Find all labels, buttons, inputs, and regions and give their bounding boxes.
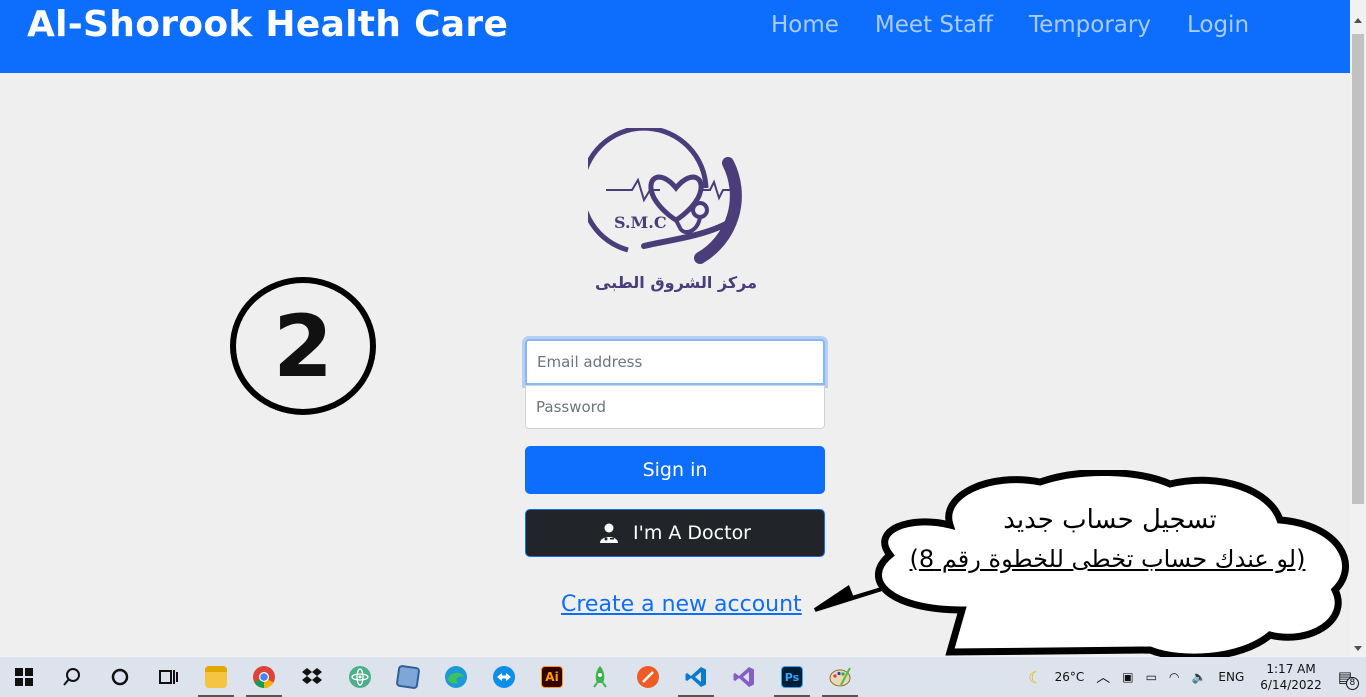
wifi-icon[interactable]: ◠ bbox=[1169, 670, 1179, 684]
virtualbox-icon bbox=[395, 664, 421, 690]
scroll-up-arrow-icon[interactable] bbox=[1354, 18, 1362, 23]
meet-now-icon[interactable]: ▣ bbox=[1122, 670, 1133, 684]
clock[interactable]: 1:17 AM 6/14/2022 bbox=[1260, 661, 1322, 693]
search-button[interactable] bbox=[48, 657, 96, 697]
brand-title[interactable]: Al-Shorook Health Care bbox=[27, 4, 508, 45]
password-input[interactable] bbox=[525, 385, 825, 429]
search-icon bbox=[63, 668, 80, 686]
nav-links: Home Meet Staff Temporary Login bbox=[771, 12, 1285, 38]
notification-center-icon[interactable]: ▤ 8 bbox=[1338, 668, 1359, 690]
vscode-icon bbox=[685, 667, 706, 687]
temperature[interactable]: 26°C bbox=[1055, 670, 1085, 684]
top-navbar: Al-Shorook Health Care Home Meet Staff T… bbox=[0, 0, 1350, 73]
step-number-annotation: 2 bbox=[230, 277, 376, 415]
teamviewer-icon bbox=[493, 666, 515, 688]
nav-link-temporary[interactable]: Temporary bbox=[1029, 12, 1151, 38]
taskbar-dropbox[interactable] bbox=[288, 657, 336, 697]
sign-in-button[interactable]: Sign in bbox=[525, 446, 825, 494]
nav-link-home[interactable]: Home bbox=[771, 12, 839, 38]
postman-icon bbox=[637, 666, 659, 688]
taskbar-vscode[interactable] bbox=[672, 657, 720, 697]
bubble-text-new-account: تسجيل حساب جديد bbox=[1003, 505, 1217, 535]
logo-initials: S.M.C bbox=[614, 213, 667, 232]
logo-arabic-name: مركز الشروق الطبى bbox=[595, 273, 757, 292]
doctor-label: I'm A Doctor bbox=[633, 522, 751, 544]
doctor-button[interactable]: I'm A Doctor bbox=[525, 509, 825, 557]
photoshop-icon: Ps bbox=[781, 666, 803, 688]
show-hidden-icons-chevron-icon[interactable]: ︿ bbox=[1096, 667, 1110, 687]
clock-date: 6/14/2022 bbox=[1260, 678, 1322, 692]
login-form bbox=[525, 339, 825, 429]
chrome-icon bbox=[253, 666, 275, 688]
battery-icon[interactable]: ▭ bbox=[1146, 670, 1157, 684]
bubble-text-skip-step: (لو عندك حساب تخطى للخطوة رقم 8) bbox=[909, 545, 1306, 573]
illustrator-icon: Ai bbox=[541, 666, 563, 688]
visual-studio-icon bbox=[733, 667, 754, 687]
notification-count-badge: 8 bbox=[1345, 677, 1359, 690]
sign-in-label: Sign in bbox=[642, 459, 708, 481]
step-number: 2 bbox=[273, 297, 333, 397]
nav-link-meet-staff[interactable]: Meet Staff bbox=[875, 12, 993, 38]
taskbar-edge[interactable] bbox=[432, 657, 480, 697]
windows-logo-icon bbox=[15, 668, 33, 686]
scrollbar-thumb[interactable] bbox=[1352, 34, 1364, 504]
windows-taskbar: Ai Ps ☾ 26°C ︿ ▣ ▭ ◠ 🔈 ENG 1:17 AM 6/14/… bbox=[0, 657, 1366, 697]
edge-icon bbox=[445, 666, 467, 688]
dropbox-icon bbox=[302, 668, 322, 684]
email-input[interactable] bbox=[525, 339, 825, 385]
taskbar-file-explorer[interactable] bbox=[192, 657, 240, 697]
taskbar-rocket-app[interactable] bbox=[576, 657, 624, 697]
taskbar-virtualbox[interactable] bbox=[384, 657, 432, 697]
cortana-icon bbox=[111, 668, 129, 686]
create-account-link[interactable]: Create a new account bbox=[561, 592, 802, 617]
task-view-icon bbox=[159, 670, 178, 684]
rocket-icon bbox=[593, 666, 607, 688]
file-explorer-icon bbox=[205, 666, 227, 688]
clock-time: 1:17 AM bbox=[1266, 662, 1316, 676]
nav-link-login[interactable]: Login bbox=[1187, 12, 1249, 38]
atom-icon bbox=[349, 666, 371, 688]
taskbar-postman[interactable] bbox=[624, 657, 672, 697]
start-button[interactable] bbox=[0, 657, 48, 697]
task-view-button[interactable] bbox=[144, 657, 192, 697]
taskbar-teamviewer[interactable] bbox=[480, 657, 528, 697]
taskbar-atom[interactable] bbox=[336, 657, 384, 697]
cortana-button[interactable] bbox=[96, 657, 144, 697]
taskbar-visual-studio[interactable] bbox=[720, 657, 768, 697]
paint-palette-icon bbox=[829, 667, 851, 687]
taskbar-paint[interactable] bbox=[816, 657, 864, 697]
doctor-icon bbox=[600, 523, 618, 543]
system-tray: ☾ 26°C ︿ ▣ ▭ ◠ 🔈 ENG 1:17 AM 6/14/2022 ▤… bbox=[1022, 657, 1366, 697]
language-indicator[interactable]: ENG bbox=[1218, 670, 1244, 684]
taskbar-photoshop[interactable]: Ps bbox=[768, 657, 816, 697]
taskbar-chrome[interactable] bbox=[240, 657, 288, 697]
smc-logo: S.M.C مركز الشروق الطبى bbox=[588, 128, 757, 292]
weather-moon-icon[interactable]: ☾ bbox=[1028, 668, 1042, 687]
taskbar-illustrator[interactable]: Ai bbox=[528, 657, 576, 697]
volume-icon[interactable]: 🔈 bbox=[1191, 670, 1206, 684]
